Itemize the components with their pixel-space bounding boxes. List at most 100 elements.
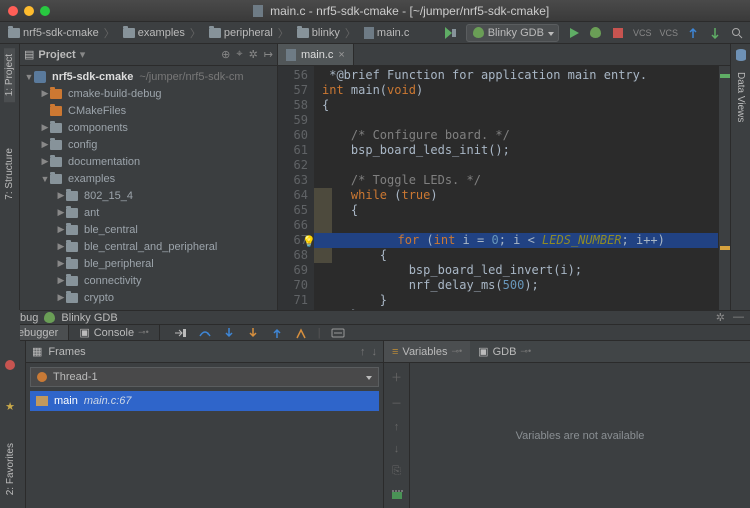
tree-item[interactable]: ▶connectivity (20, 272, 277, 289)
hide-icon[interactable]: ↦ (264, 48, 273, 61)
down-icon[interactable]: ↓ (394, 443, 400, 455)
memory-icon[interactable] (390, 488, 404, 502)
copy-icon[interactable]: ⎘ (392, 465, 401, 478)
breadcrumb[interactable]: blinky〉 (295, 25, 360, 41)
tree-item[interactable]: ▶ble_central_and_peripheral (20, 238, 277, 255)
prev-frame-icon[interactable]: ↑ (360, 346, 366, 358)
breadcrumb[interactable]: examples〉 (121, 25, 205, 41)
tab-gdb[interactable]: ▣GDB⊸• (470, 341, 539, 362)
gear-icon[interactable]: ✲ (249, 48, 258, 61)
tree-item[interactable]: ▶ble_central (20, 221, 277, 238)
tool-tab-structure[interactable]: 7: Structure (4, 142, 15, 206)
project-tree[interactable]: ▼nrf5-sdk-cmake~/jumper/nrf5-sdk-cm▶cmak… (20, 66, 277, 310)
line-number[interactable]: 64 (278, 188, 308, 203)
locate-icon[interactable]: ⌖ (236, 48, 242, 61)
tool-tab-data-views[interactable]: Data Views (735, 66, 746, 128)
code-line[interactable]: while (true) (322, 188, 718, 203)
tree-item[interactable]: ▶802_15_4 (20, 187, 277, 204)
collapse-icon[interactable]: ⊕ (221, 48, 230, 61)
tool-tab-project[interactable]: 1: Project (4, 48, 15, 102)
search-icon[interactable] (730, 26, 744, 40)
line-number[interactable]: 65 (278, 203, 308, 218)
code-line[interactable]: *@brief Function for application main en… (322, 68, 718, 83)
line-number[interactable]: 71 (278, 293, 308, 308)
remove-icon[interactable]: － (391, 395, 402, 411)
debug-icon[interactable] (589, 26, 603, 40)
database-icon[interactable] (734, 48, 748, 62)
code-line[interactable]: int main(void) (322, 83, 718, 98)
show-execution-icon[interactable] (174, 326, 188, 340)
force-step-into-icon[interactable] (246, 326, 260, 340)
up-icon[interactable]: ↑ (394, 421, 400, 433)
step-into-icon[interactable] (222, 326, 236, 340)
line-number[interactable]: 57 (278, 83, 308, 98)
thread-select[interactable]: Thread-1 (30, 367, 379, 387)
tree-item[interactable]: ▶ble_peripheral (20, 255, 277, 272)
tree-item[interactable]: ▶crypto (20, 289, 277, 306)
tab-console[interactable]: ▣Console⊸• (69, 325, 159, 340)
zoom-icon[interactable] (40, 6, 50, 16)
code-line[interactable]: /* Toggle LEDs. */ (322, 173, 718, 188)
lightbulb-icon[interactable]: 💡 (302, 235, 316, 248)
line-number[interactable]: 63 (278, 173, 308, 188)
error-stripe[interactable] (718, 66, 730, 310)
favorites-star-icon[interactable]: ★ (5, 400, 15, 413)
stack-frame[interactable]: main main.c:67 (30, 391, 379, 411)
line-number[interactable]: 68 (278, 248, 308, 263)
minimize-icon[interactable]: — (733, 311, 744, 324)
code-line[interactable] (322, 218, 718, 233)
line-number[interactable]: 70 (278, 278, 308, 293)
code-line[interactable]: { (322, 98, 718, 113)
code-line[interactable]: 💡 for (int i = 0; i < LEDS_NUMBER; i++) (322, 233, 718, 248)
line-number[interactable]: 61 (278, 143, 308, 158)
close-icon[interactable] (8, 6, 18, 16)
tree-item[interactable]: ▶documentation (20, 153, 277, 170)
code-line[interactable] (322, 158, 718, 173)
tool-tab-favorites[interactable]: 2: Favorites (5, 443, 16, 495)
line-number[interactable]: 66 (278, 218, 308, 233)
breadcrumb[interactable]: main.c (362, 27, 411, 39)
code-area[interactable]: *@brief Function for application main en… (314, 66, 718, 310)
line-number[interactable]: 56 (278, 68, 308, 83)
line-number[interactable]: 69 (278, 263, 308, 278)
tree-item[interactable]: ▶ant (20, 204, 277, 221)
tree-root[interactable]: ▼nrf5-sdk-cmake~/jumper/nrf5-sdk-cm (20, 68, 277, 85)
run-config-select[interactable]: Blinky GDB (466, 24, 559, 42)
code-line[interactable]: /* Configure board. */ (322, 128, 718, 143)
tree-item[interactable]: ▶cmake-build-debug (20, 85, 277, 102)
line-number[interactable]: 58 (278, 98, 308, 113)
code-line[interactable]: bsp_board_led_invert(i); (322, 263, 718, 278)
add-watch-icon[interactable]: ＋ (391, 369, 402, 385)
line-number[interactable]: 62 (278, 158, 308, 173)
stop-icon[interactable] (611, 26, 625, 40)
code-line[interactable] (322, 113, 718, 128)
tree-item[interactable]: ▼examples (20, 170, 277, 187)
run-to-cursor-icon[interactable] (294, 326, 308, 340)
tree-item[interactable]: CMakeFiles (20, 102, 277, 119)
gear-icon[interactable]: ✲ (716, 311, 725, 324)
step-out-icon[interactable] (270, 326, 284, 340)
tree-item[interactable]: ▶config (20, 136, 277, 153)
code-line[interactable]: bsp_board_leds_init(); (322, 143, 718, 158)
line-number[interactable]: 60 (278, 128, 308, 143)
editor-tab[interactable]: main.c × (278, 44, 354, 65)
minimize-icon[interactable] (24, 6, 34, 16)
pin-icon[interactable]: ⊸• (138, 327, 149, 338)
breakpoint-tool-icon[interactable] (5, 360, 15, 370)
tree-item[interactable]: ▶components (20, 119, 277, 136)
tab-variables[interactable]: ≡Variables⊸• (384, 341, 470, 362)
code-line[interactable]: nrf_delay_ms(500); (322, 278, 718, 293)
evaluate-icon[interactable] (331, 326, 345, 340)
vcs-update-icon[interactable] (686, 26, 700, 40)
code-line[interactable]: } (322, 293, 718, 308)
editor-gutter[interactable]: 56575859606162636465666768697071727374 (278, 66, 314, 310)
close-icon[interactable]: × (338, 49, 344, 61)
breadcrumb[interactable]: nrf5-sdk-cmake〉 (6, 25, 119, 41)
code-line[interactable]: } (322, 308, 718, 310)
run-icon[interactable] (567, 26, 581, 40)
next-frame-icon[interactable]: ↓ (372, 346, 378, 358)
breadcrumb[interactable]: peripheral〉 (207, 25, 293, 41)
code-line[interactable]: { (322, 248, 718, 263)
build-icon[interactable] (444, 26, 458, 40)
line-number[interactable]: 72 (278, 308, 308, 310)
